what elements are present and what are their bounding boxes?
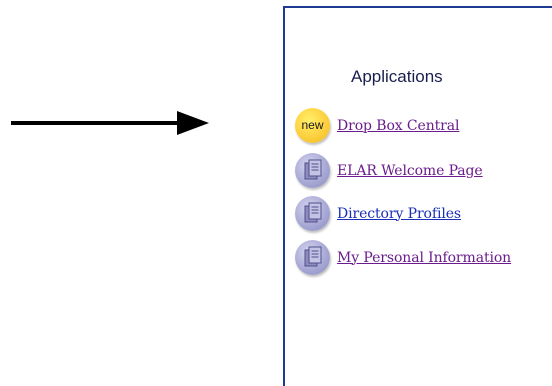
document-icon <box>295 153 330 188</box>
new-badge-label: new <box>301 118 324 132</box>
app-item-elar-welcome-page[interactable]: ELAR Welcome Page <box>295 153 483 188</box>
document-icon <box>295 240 330 275</box>
directory-profiles-link[interactable]: Directory Profiles <box>337 206 461 222</box>
drop-box-central-link[interactable]: Drop Box Central <box>337 118 459 134</box>
my-personal-information-link[interactable]: My Personal Information <box>337 250 511 266</box>
app-item-drop-box-central[interactable]: new Drop Box Central <box>295 108 459 143</box>
panel-title: Applications <box>351 67 443 86</box>
new-badge-icon: new <box>295 108 330 143</box>
app-item-directory-profiles[interactable]: Directory Profiles <box>295 196 461 231</box>
document-icon <box>295 196 330 231</box>
right-arrow-icon <box>11 111 209 135</box>
elar-welcome-page-link[interactable]: ELAR Welcome Page <box>337 163 483 179</box>
app-item-my-personal-information[interactable]: My Personal Information <box>295 240 511 275</box>
